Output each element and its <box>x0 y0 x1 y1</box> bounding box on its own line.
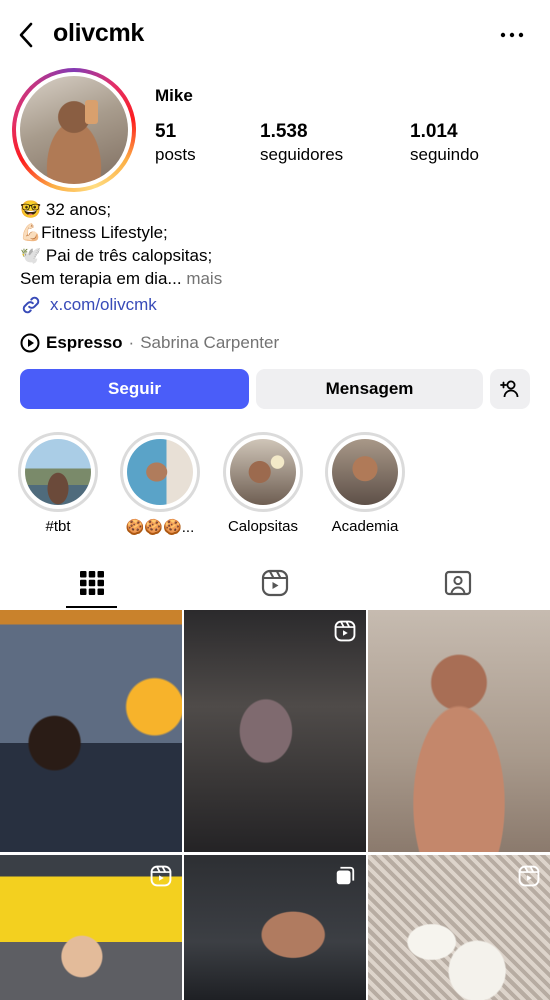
song-title: Espresso <box>46 333 123 352</box>
posts-grid-icon <box>79 571 104 595</box>
reel-badge-icon <box>518 865 540 887</box>
highlight-cover <box>332 439 398 505</box>
carousel-badge-icon <box>336 866 355 885</box>
highlight-cookies[interactable]: 🍪🍪🍪... <box>120 432 200 536</box>
external-link[interactable]: x.com/olivcmk <box>20 294 157 316</box>
stat-label: posts <box>155 145 196 164</box>
bio-line: 🕊️ Pai de três calopsitas; <box>20 246 213 265</box>
grid-post[interactable] <box>0 855 182 1000</box>
tab-reels[interactable] <box>183 556 366 610</box>
back-button[interactable] <box>12 20 40 50</box>
grid-post[interactable] <box>184 610 366 852</box>
reel-badge-icon <box>334 620 356 642</box>
link-text: x.com/olivcmk <box>50 295 157 314</box>
bio-more-link[interactable]: mais <box>186 269 222 288</box>
stat-value: 1.538 <box>260 121 308 142</box>
highlight-ring <box>120 432 200 512</box>
avatar-phone-shape <box>84 99 98 124</box>
stat-label: seguindo <box>410 145 480 164</box>
grid-post[interactable] <box>368 610 550 852</box>
song-artist: Sabrina Carpenter <box>140 333 280 352</box>
highlight-cover <box>230 439 296 505</box>
suggest-users-button[interactable] <box>490 369 530 409</box>
bio-line-last: Sem terapia em dia... mais <box>20 267 540 290</box>
reel-badge-icon <box>150 865 172 887</box>
follow-button[interactable]: Seguir <box>20 369 249 409</box>
highlight-label: #tbt <box>45 518 71 535</box>
grid-post[interactable] <box>0 610 182 852</box>
stat-label: seguidores <box>260 145 344 164</box>
highlight-label: Academia <box>331 518 399 535</box>
tab-tagged[interactable] <box>366 556 549 610</box>
highlight-tbt[interactable]: #tbt <box>18 432 98 535</box>
highlight-ring <box>325 432 405 512</box>
display-name: Mike <box>155 86 193 105</box>
bio-line: 💪🏻Fitness Lifestyle; <box>20 223 168 242</box>
bio-text: Sem terapia em dia... <box>20 269 182 288</box>
grid-post[interactable] <box>184 855 366 1000</box>
profile-music[interactable]: Espresso · Sabrina Carpenter <box>20 333 279 353</box>
stat-value: 1.014 <box>410 121 458 142</box>
tagged-icon <box>444 570 471 596</box>
bio: 🤓 32 anos; 💪🏻Fitness Lifestyle; 🕊️ Pai d… <box>20 198 540 290</box>
reels-icon <box>261 569 288 597</box>
message-button[interactable]: Mensagem <box>256 369 483 409</box>
highlight-label: 🍪🍪🍪... <box>125 519 195 536</box>
highlight-academia[interactable]: Academia <box>325 432 405 535</box>
avatar-frame <box>16 72 132 188</box>
active-tab-indicator <box>66 606 117 608</box>
profile-tabs <box>0 556 550 610</box>
more-horizontal-icon <box>500 32 524 38</box>
highlight-ring <box>18 432 98 512</box>
highlight-ring <box>223 432 303 512</box>
story-ring[interactable] <box>12 68 136 192</box>
link-icon <box>22 296 40 314</box>
profile-header: olivcmk <box>0 0 550 70</box>
tab-posts[interactable] <box>0 556 183 610</box>
song-separator: · <box>128 333 135 352</box>
stat-value: 51 <box>155 121 177 142</box>
bio-line: 🤓 32 anos; <box>20 200 112 219</box>
following-count[interactable]: 1.014 seguindo <box>410 121 479 165</box>
posts-count: 51 posts <box>155 121 196 165</box>
profile-username: olivcmk <box>53 19 145 47</box>
play-circle-icon <box>20 333 40 353</box>
grid-post[interactable] <box>368 855 550 1000</box>
avatar <box>20 76 128 184</box>
highlight-cover <box>25 439 91 505</box>
more-options-button[interactable] <box>500 26 524 44</box>
followers-count[interactable]: 1.538 seguidores <box>260 121 343 165</box>
chevron-left-icon <box>19 22 33 48</box>
highlight-cover <box>127 439 193 505</box>
highlight-calopsitas[interactable]: Calopsitas <box>223 432 303 535</box>
person-add-icon <box>500 380 519 398</box>
highlight-label: Calopsitas <box>227 518 299 535</box>
